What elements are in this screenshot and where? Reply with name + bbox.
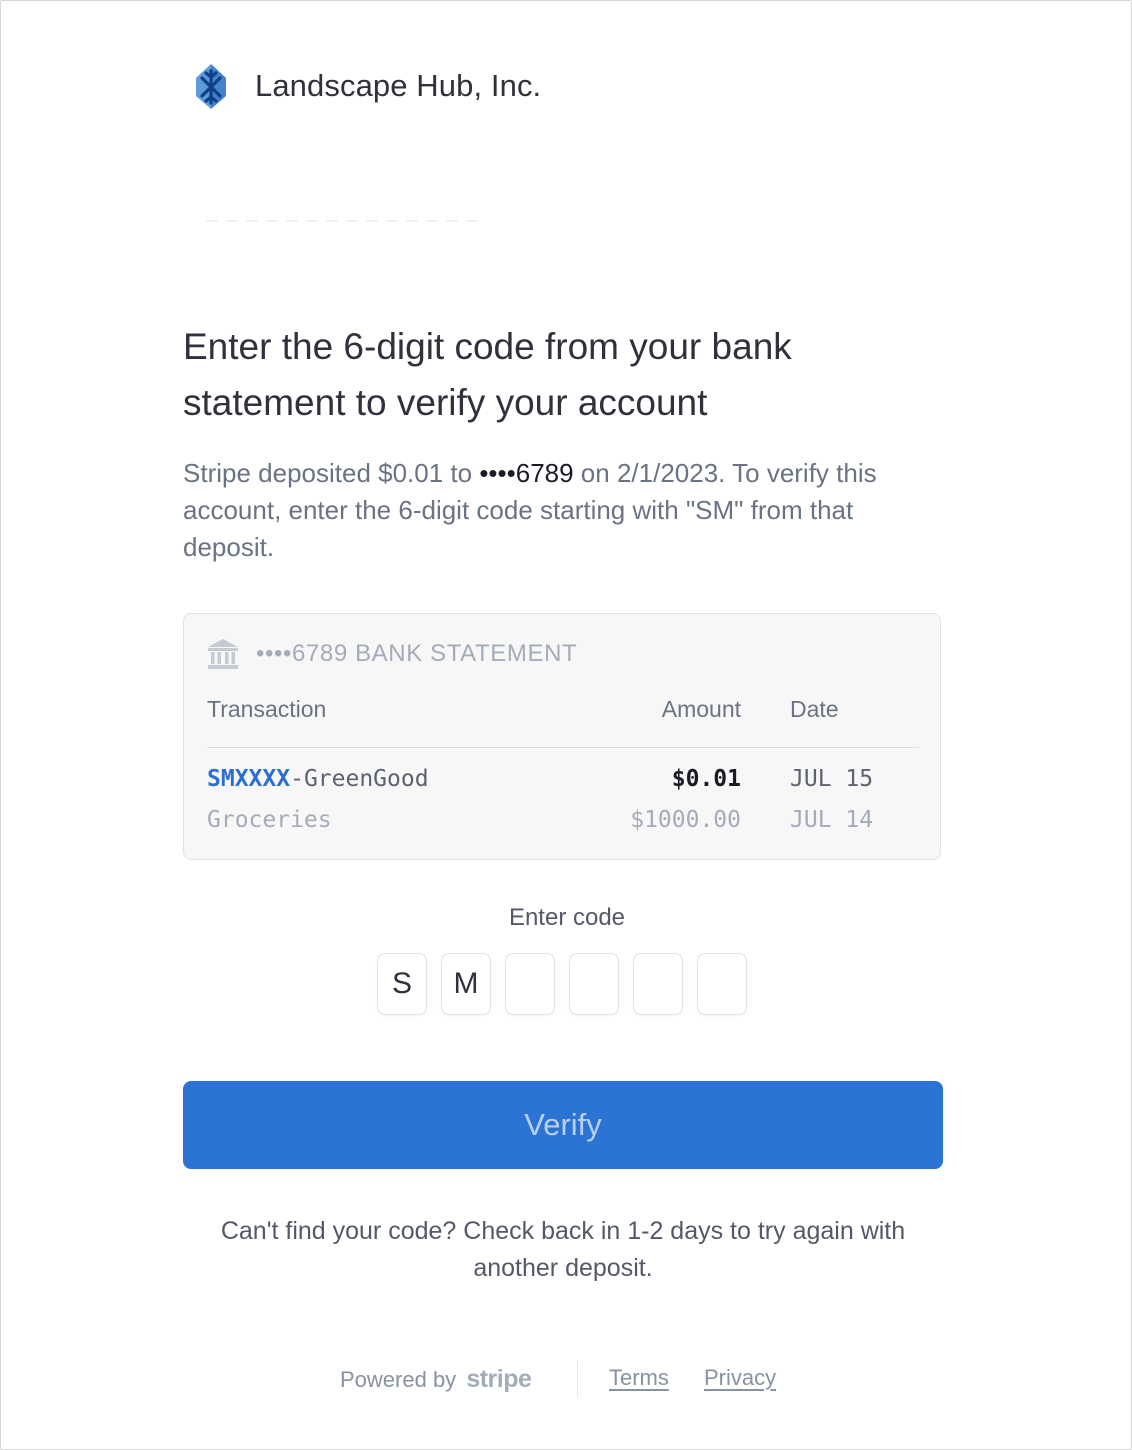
code-digit-input-2[interactable] [441,953,491,1015]
code-digit-input-3[interactable] [505,953,555,1015]
verify-button[interactable]: Verify [183,1081,943,1169]
verification-page: Landscape Hub, Inc. Enter the 6-digit co… [0,0,1132,1450]
transaction-description: Groceries [207,807,332,833]
powered-by-label: Powered by [340,1367,457,1392]
transaction-amount: $1000.00 [630,807,741,833]
column-header-amount: Amount [661,696,741,722]
bank-statement-preview: ••••6789 BANK STATEMENT Transaction Amou… [183,613,941,860]
transaction-description: SMXXXX-GreenGood [207,766,429,792]
code-digit-input-1[interactable] [377,953,427,1015]
statement-divider [207,747,919,748]
masked-account-number: ••••6789 [479,458,574,488]
description-prefix: Stripe deposited $0.01 to [183,458,480,488]
stripe-logo: stripe [466,1365,532,1393]
code-digit-input-6[interactable] [697,953,747,1015]
footer: Powered by stripe Terms Privacy [1,1359,1132,1399]
merchant-name: Landscape Hub, Inc. [255,68,542,103]
statement-header: ••••6789 BANK STATEMENT [206,636,577,672]
code-input-group [377,953,747,1015]
transaction-date: JUL 15 [790,766,874,792]
enter-code-label: Enter code [508,904,626,931]
statement-title: ••••6789 BANK STATEMENT [256,640,578,667]
deposit-code-prefix: SMXXXX [207,766,291,792]
transaction-date: JUL 14 [790,807,874,833]
page-description: Stripe deposited $0.01 to ••••6789 on 2/… [183,455,943,566]
code-digit-input-4[interactable] [569,953,619,1015]
column-header-date: Date [790,696,839,722]
help-text: Can't find your code? Check back in 1-2 … [220,1217,906,1282]
page-title: Enter the 6-digit code from your bank st… [183,326,792,423]
snowflake-leaf-logo-icon [196,64,226,109]
column-header-transaction: Transaction [207,696,327,722]
merchant-header: Landscape Hub, Inc. [191,61,541,111]
faint-divider [206,220,486,222]
footer-divider [577,1361,578,1397]
table-row: SMXXXX-GreenGood $0.01 JUL 15 [207,766,919,798]
terms-link[interactable]: Terms [609,1365,669,1391]
table-row: Groceries $1000.00 JUL 14 [207,807,919,839]
bank-icon [208,639,238,669]
transaction-merchant: -GreenGood [290,766,429,792]
privacy-link[interactable]: Privacy [704,1365,776,1391]
code-digit-input-5[interactable] [633,953,683,1015]
powered-by-stripe[interactable]: Powered by stripe [340,1365,532,1394]
transaction-amount: $0.01 [671,766,741,792]
statement-column-headers: Transaction Amount Date [207,696,919,728]
